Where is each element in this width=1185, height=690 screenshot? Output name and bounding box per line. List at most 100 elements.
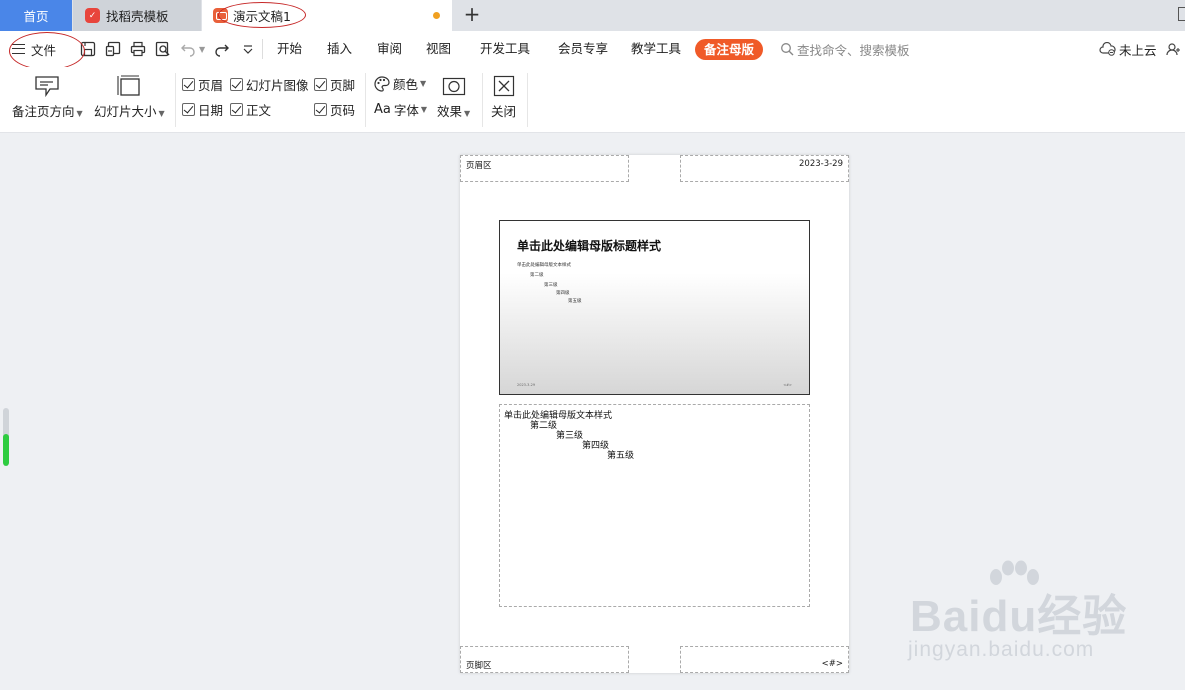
footer-checkbox[interactable]: 页脚 [314, 75, 355, 94]
cloud-icon [1099, 42, 1116, 56]
command-search[interactable]: 查找命令、搜索模板 [780, 31, 910, 67]
footer-placeholder[interactable]: 页脚区 [460, 646, 629, 673]
notes-level-1: 单击此处编辑母版文本样式 [504, 411, 613, 421]
export-icon[interactable] [105, 41, 121, 57]
tab-insert[interactable]: 插入 [327, 31, 352, 67]
slide-image-checkbox[interactable]: 幻灯片图像 [230, 75, 309, 94]
share-user-icon[interactable] [1166, 42, 1181, 57]
date-placeholder[interactable]: 2023-3-29 [680, 155, 849, 182]
page-number-check-label: 页码 [330, 103, 356, 118]
dropdown-caret-icon: ▼ [464, 109, 471, 118]
annotation-circle [9, 32, 85, 70]
notes-page-orientation-button[interactable]: 备注页方向 ▼ [12, 71, 83, 120]
tab-view[interactable]: 视图 [426, 31, 451, 67]
cloud-label: 未上云 [1119, 42, 1157, 58]
slide-level-2: 第二级 [530, 273, 544, 278]
tab-notes-master[interactable]: 备注母版 [695, 39, 763, 60]
ribbon-separator [527, 73, 528, 127]
footer-placeholder-text: 页脚区 [466, 661, 492, 671]
notes-body-placeholder[interactable]: 单击此处编辑母版文本样式 第二级 第三级 第四级 第五级 [499, 404, 810, 607]
font-label: 字体 [393, 103, 419, 118]
search-icon [781, 43, 794, 56]
slide-footer-date: 2023-3-29 [517, 383, 536, 387]
page-number-placeholder[interactable]: <#> [680, 646, 849, 673]
notes-level-5: 第五级 [607, 451, 635, 461]
slide-image-placeholder[interactable]: 单击此处编辑母版标题样式 单击此处编辑母版文本样式 第二级 第三级 第四级 第五… [499, 220, 810, 395]
tab-start[interactable]: 开始 [277, 31, 302, 67]
checkbox-checked-icon [182, 103, 195, 116]
dropdown-caret-icon: ▼ [420, 79, 427, 88]
ribbon-separator [175, 73, 176, 127]
theme-color-button[interactable]: 颜色 ▼ [374, 74, 426, 93]
font-aa-icon: Aa [374, 102, 391, 117]
slide-size-icon [117, 75, 140, 96]
date-checkbox[interactable]: 日期 [182, 100, 223, 119]
dropdown-caret-icon: ▼ [76, 109, 83, 118]
notes-level-4: 第四级 [582, 441, 610, 451]
print-preview-icon[interactable] [155, 41, 171, 57]
window-restore-icon[interactable] [1178, 7, 1185, 21]
slide-image-check-label: 幻灯片图像 [246, 78, 309, 93]
ribbon-separator [365, 73, 366, 127]
undo-dropdown-icon[interactable]: ▼ [199, 31, 205, 67]
header-check-label: 页眉 [198, 78, 224, 93]
close-master-view-button[interactable]: 关闭 [491, 71, 516, 120]
header-placeholder-text: 页眉区 [466, 161, 492, 171]
checkbox-checked-icon [314, 78, 327, 91]
unsaved-dot-icon [433, 12, 440, 19]
checkbox-checked-icon [182, 78, 195, 91]
theme-font-button[interactable]: Aa 字体 ▼ [374, 100, 427, 119]
header-checkbox[interactable]: 页眉 [182, 75, 223, 94]
new-tab-button[interactable]: + [460, 3, 484, 27]
notes-master-ribbon: 备注页方向 ▼ 幻灯片大小 ▼ 页眉 幻灯片图像 页脚 日期 正文 页码 颜色 ▼ A… [0, 67, 1185, 133]
tab-home-label: 首页 [23, 9, 49, 24]
slide-size-label: 幻灯片大小 [94, 104, 157, 119]
slide-level-1: 单击此处编辑母版文本样式 [517, 263, 571, 268]
zoom-slider-fill [3, 434, 9, 466]
header-placeholder[interactable]: 页眉区 [460, 155, 629, 182]
main-toolbar: 文件 ▼ 开始 插入 审阅 视图 开发工具 会员专享 教学工具 备注母版 查找命… [0, 31, 1185, 67]
checkbox-checked-icon [230, 103, 243, 116]
effects-button[interactable]: 效果 ▼ [437, 71, 470, 120]
tab-home[interactable]: 首页 [0, 0, 72, 31]
zoom-slider[interactable] [3, 408, 9, 466]
redo-icon[interactable] [214, 41, 230, 57]
tab-teaching[interactable]: 教学工具 [631, 31, 681, 67]
color-label: 颜色 [393, 77, 419, 92]
docer-logo-icon: ✓ [85, 8, 100, 23]
close-icon [493, 75, 514, 97]
notes-orientation-label: 备注页方向 [12, 104, 75, 119]
effects-label: 效果 [437, 104, 463, 119]
dropdown-caret-icon: ▼ [420, 105, 428, 114]
slide-level-4: 第四级 [556, 291, 570, 296]
tab-member[interactable]: 会员专享 [558, 31, 608, 67]
tab-developer[interactable]: 开发工具 [480, 31, 530, 67]
effects-icon [442, 77, 465, 96]
body-checkbox[interactable]: 正文 [230, 100, 271, 119]
tab-review[interactable]: 审阅 [377, 31, 402, 67]
notes-master-page: 页眉区 2023-3-29 单击此处编辑母版标题样式 单击此处编辑母版文本样式 … [460, 155, 849, 673]
ribbon-separator [482, 73, 483, 127]
print-icon[interactable] [130, 41, 146, 57]
undo-icon[interactable] [180, 41, 196, 57]
cloud-status-button[interactable]: 未上云 [1099, 31, 1157, 67]
tab-templates[interactable]: ✓ 找稻壳模板 [73, 0, 201, 31]
date-check-label: 日期 [198, 103, 224, 118]
search-placeholder: 查找命令、搜索模板 [797, 42, 910, 58]
baidu-watermark: Baidu经验 jingyan.baidu.com [908, 560, 1138, 670]
page-number-checkbox[interactable]: 页码 [314, 100, 355, 119]
notes-level-2: 第二级 [530, 421, 558, 431]
body-check-label: 正文 [246, 103, 272, 118]
palette-icon [374, 75, 390, 92]
orientation-icon [35, 76, 59, 97]
slide-size-button[interactable]: 幻灯片大小 ▼ [94, 71, 165, 120]
toolbar-separator [262, 39, 263, 59]
watermark-url: jingyan.baidu.com [908, 638, 1095, 661]
slide-title-text: 单击此处编辑母版标题样式 [517, 239, 662, 253]
tab-bar: 首页 ✓ 找稻壳模板 演示文稿1 + [0, 0, 1185, 31]
annotation-circle [218, 2, 306, 28]
customize-toolbar-icon[interactable] [240, 41, 256, 57]
tab-templates-label: 找稻壳模板 [106, 9, 169, 24]
date-placeholder-text: 2023-3-29 [799, 159, 843, 169]
close-label: 关闭 [491, 104, 517, 119]
